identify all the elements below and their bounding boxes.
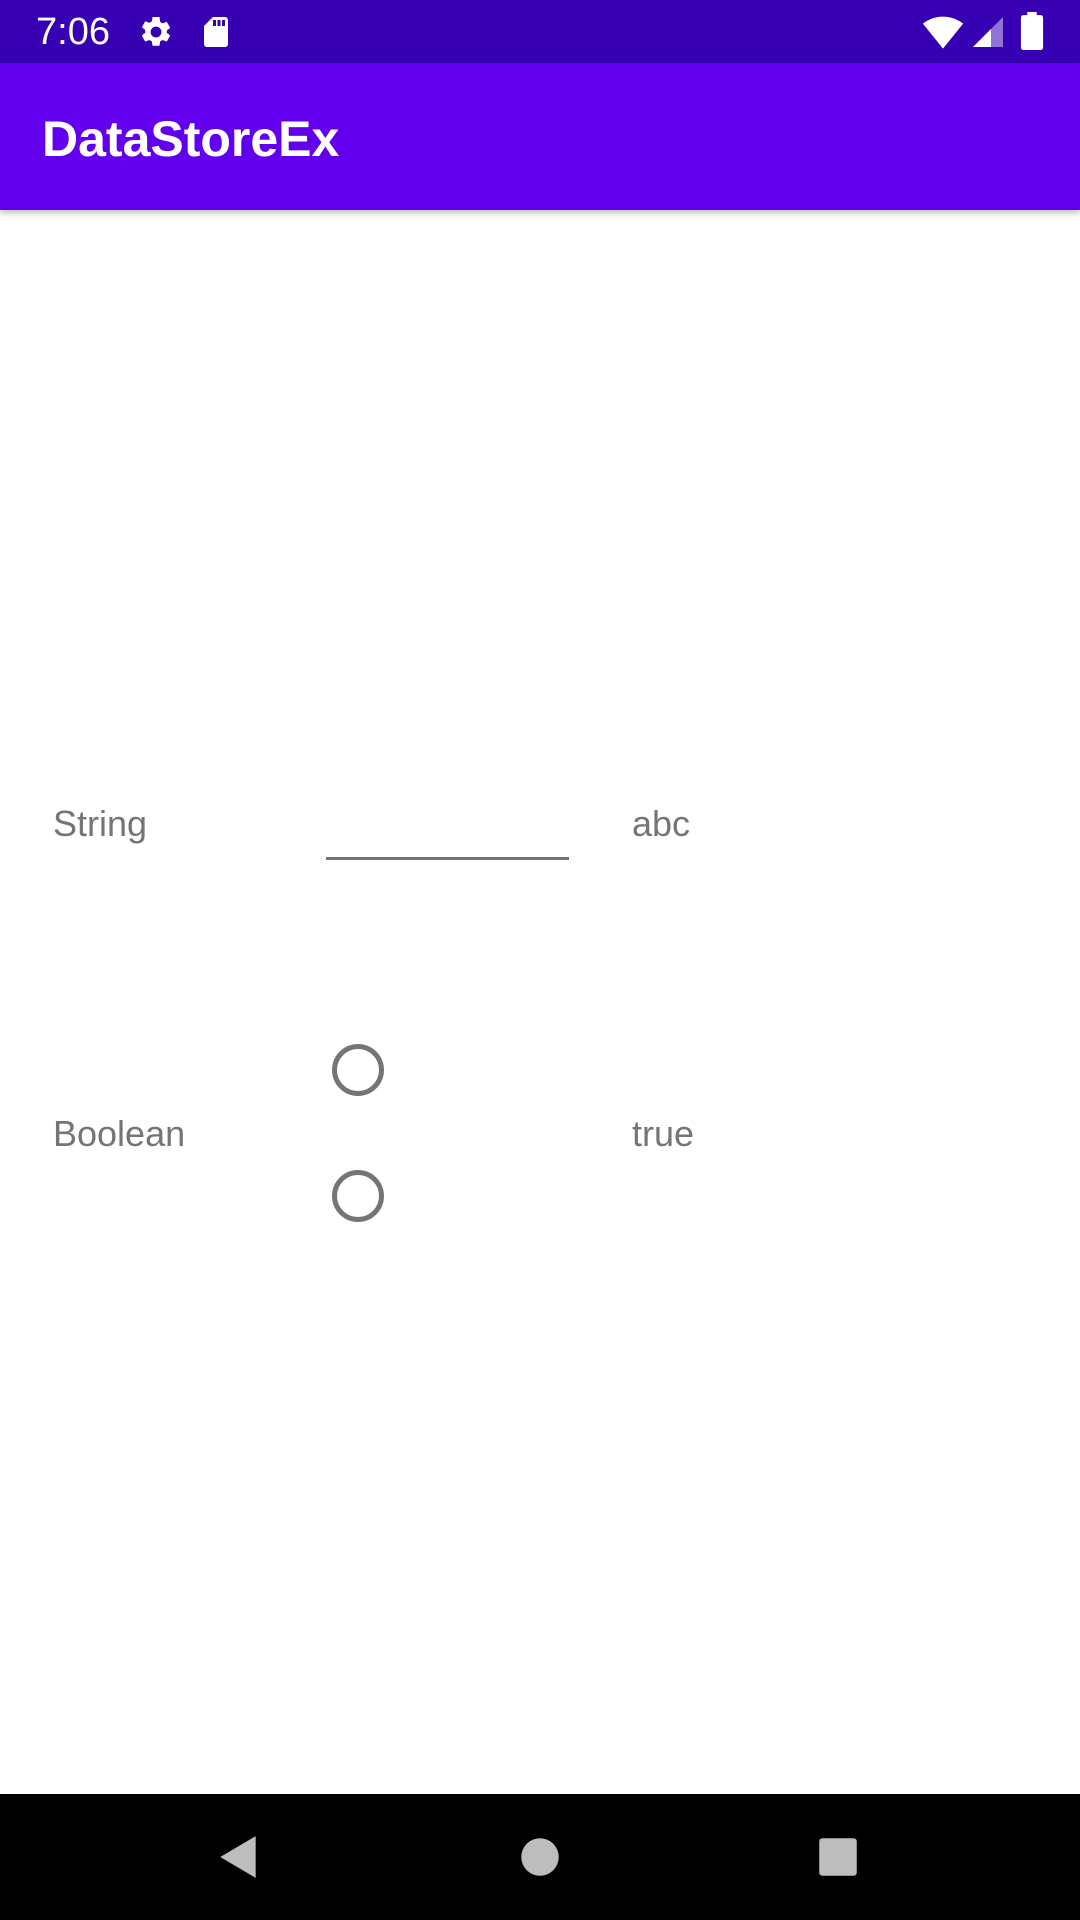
back-icon[interactable]	[214, 1832, 264, 1882]
cell-signal-icon	[973, 17, 1003, 47]
home-icon[interactable]	[515, 1832, 565, 1882]
settings-icon	[141, 16, 171, 46]
screen: 7:06 DataStoreEx String abc Boolean true	[0, 0, 1080, 1920]
radio-button-true[interactable]	[332, 1044, 384, 1096]
string-label: String	[53, 803, 148, 844]
sd-card-icon	[204, 17, 228, 47]
battery-icon	[1020, 12, 1044, 50]
radio-button-false[interactable]	[332, 1170, 384, 1222]
string-input[interactable]	[326, 800, 569, 860]
navigation-bar	[0, 1794, 1080, 1920]
boolean-value: true	[632, 1113, 695, 1154]
status-bar: 7:06	[0, 0, 1080, 63]
wifi-icon	[922, 16, 964, 49]
recents-icon[interactable]	[813, 1832, 863, 1882]
app-title: DataStoreEx	[42, 111, 340, 167]
status-time: 7:06	[36, 11, 110, 53]
string-value: abc	[632, 803, 691, 844]
boolean-label: Boolean	[53, 1113, 186, 1154]
app-bar: DataStoreEx	[0, 63, 1080, 210]
